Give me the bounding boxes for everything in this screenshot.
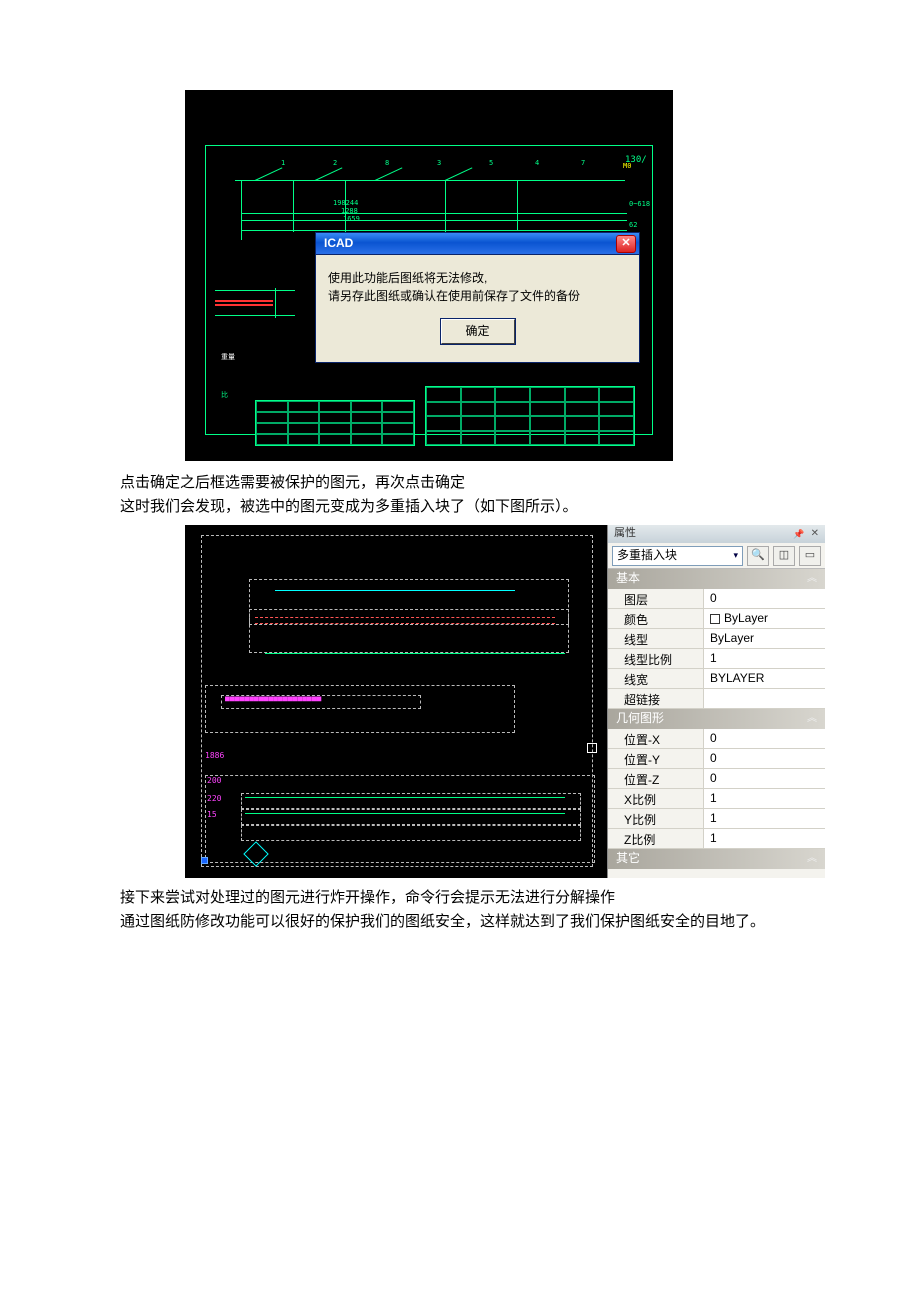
prop-row-lineweight[interactable]: 线宽 BYLAYER bbox=[608, 669, 825, 689]
dialog-titlebar[interactable]: ICAD ✕ bbox=[316, 233, 639, 255]
properties-panel: 属性 📌 ✕ 多重插入块 ▾ 🔍 ◫ ▭ 基本 ︽ 图层 0 颜色 ByLaye… bbox=[607, 525, 825, 878]
collapse-icon: ︽ bbox=[807, 851, 817, 867]
prop-row-layer[interactable]: 图层 0 bbox=[608, 589, 825, 609]
section-title-geom: 几何图形 bbox=[616, 709, 664, 728]
panel-close-icon[interactable]: ✕ bbox=[811, 526, 819, 542]
section-header-other[interactable]: 其它 ︽ bbox=[608, 849, 825, 869]
prop-row-scale-y[interactable]: Y比例 1 bbox=[608, 809, 825, 829]
prop-row-pos-z[interactable]: 位置-Z 0 bbox=[608, 769, 825, 789]
pickadd-button[interactable]: ◫ bbox=[773, 546, 795, 566]
paragraph-2: 这时我们会发现，被选中的图元变成为多重插入块了（如下图所示）。 bbox=[90, 495, 830, 519]
collapse-icon: ︽ bbox=[807, 711, 817, 727]
figure-2-container: ■■■■■■■■■■■■■■■■■■■■ 1886 200 220 15 属性 … bbox=[185, 525, 825, 878]
dialog-message-line1: 使用此功能后图纸将无法修改, bbox=[328, 269, 627, 287]
properties-toolbar: 多重插入块 ▾ 🔍 ◫ ▭ bbox=[608, 543, 825, 569]
dialog-close-button[interactable]: ✕ bbox=[616, 235, 636, 253]
quick-select-button[interactable]: 🔍 bbox=[747, 546, 769, 566]
properties-titlebar[interactable]: 属性 📌 ✕ bbox=[608, 525, 825, 543]
selection-grip[interactable] bbox=[201, 857, 208, 864]
paragraph-1: 点击确定之后框选需要被保护的图元，再次点击确定 bbox=[90, 471, 830, 495]
dialog-body: 使用此功能后图纸将无法修改, 请另存此图纸或确认在使用前保存了文件的备份 确定 bbox=[316, 255, 639, 362]
color-swatch-icon bbox=[710, 614, 720, 624]
collapse-icon: ︽ bbox=[807, 571, 817, 587]
chevron-down-icon: ▾ bbox=[733, 548, 738, 562]
prop-row-pos-x[interactable]: 位置-X 0 bbox=[608, 729, 825, 749]
paragraph-4: 通过图纸防修改功能可以很好的保护我们的图纸安全，这样就达到了我们保护图纸安全的目… bbox=[90, 910, 830, 934]
dialog-message-line2: 请另存此图纸或确认在使用前保存了文件的备份 bbox=[328, 287, 627, 305]
paragraph-3: 接下来尝试对处理过的图元进行炸开操作，命令行会提示无法进行分解操作 bbox=[90, 886, 830, 910]
prop-row-color[interactable]: 颜色 ByLayer bbox=[608, 609, 825, 629]
prop-row-ltscale[interactable]: 线型比例 1 bbox=[608, 649, 825, 669]
pin-icon[interactable]: 📌 bbox=[793, 527, 804, 541]
properties-title: 属性 bbox=[614, 525, 636, 543]
section-title-basic: 基本 bbox=[616, 569, 640, 588]
prop-row-scale-x[interactable]: X比例 1 bbox=[608, 789, 825, 809]
section-header-basic[interactable]: 基本 ︽ bbox=[608, 569, 825, 589]
prop-row-hyperlink[interactable]: 超链接 bbox=[608, 689, 825, 709]
figure-1-container: 1 2 8 3 5 4 7 130/ M0 198244 1288 1659 0… bbox=[185, 90, 830, 461]
object-type-value: 多重插入块 bbox=[617, 546, 677, 565]
prop-row-linetype[interactable]: 线型 ByLayer bbox=[608, 629, 825, 649]
select-objects-button[interactable]: ▭ bbox=[799, 546, 821, 566]
cad-screenshot-1: 1 2 8 3 5 4 7 130/ M0 198244 1288 1659 0… bbox=[185, 90, 673, 461]
object-type-select[interactable]: 多重插入块 ▾ bbox=[612, 546, 743, 566]
prop-row-pos-y[interactable]: 位置-Y 0 bbox=[608, 749, 825, 769]
icad-dialog: ICAD ✕ 使用此功能后图纸将无法修改, 请另存此图纸或确认在使用前保存了文件… bbox=[315, 232, 640, 363]
section-title-other: 其它 bbox=[616, 849, 640, 868]
section-header-geom[interactable]: 几何图形 ︽ bbox=[608, 709, 825, 729]
dialog-title: ICAD bbox=[324, 234, 353, 253]
dialog-ok-button[interactable]: 确定 bbox=[441, 319, 515, 344]
title-block-table bbox=[425, 386, 635, 446]
prop-row-scale-z[interactable]: Z比例 1 bbox=[608, 829, 825, 849]
cad-screenshot-2: ■■■■■■■■■■■■■■■■■■■■ 1886 200 220 15 bbox=[185, 525, 607, 878]
